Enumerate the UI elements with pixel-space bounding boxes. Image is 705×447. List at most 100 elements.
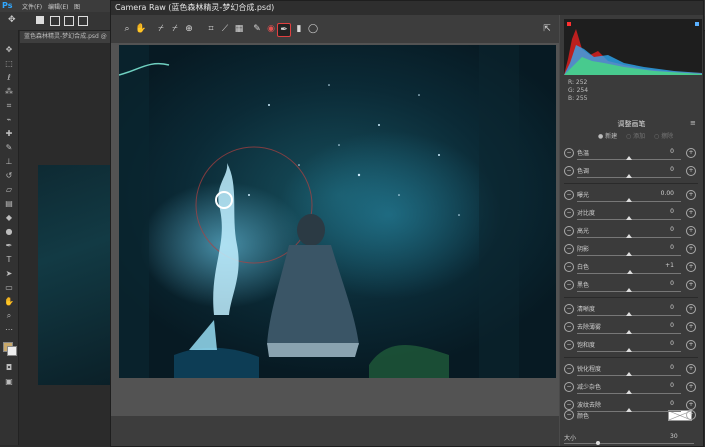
plus-icon[interactable]: + (686, 364, 696, 374)
slider-value[interactable]: 0 (656, 382, 674, 389)
slider-thumb[interactable] (626, 330, 632, 334)
minus-icon[interactable]: − (564, 322, 574, 332)
slider-thumb[interactable] (626, 198, 632, 202)
slider-value[interactable]: 0 (656, 226, 674, 233)
selection-subtract-icon[interactable] (64, 16, 74, 26)
slider-value[interactable]: 0 (656, 400, 674, 407)
minus-icon[interactable]: − (564, 244, 574, 254)
move-tool-icon[interactable]: ✥ (8, 15, 16, 25)
lasso-icon[interactable]: ℓ (3, 72, 15, 83)
targeted-adjust-icon[interactable]: ⊕ (183, 23, 195, 35)
crop-icon[interactable]: ⌗ (3, 100, 15, 111)
type-icon[interactable]: T (3, 254, 15, 265)
plus-icon[interactable]: + (686, 166, 696, 176)
document-tab[interactable]: 蓝色森林精灵-梦幻合成.psd @ (20, 31, 114, 43)
preview-photo[interactable] (119, 45, 556, 378)
slider-thumb[interactable] (626, 174, 632, 178)
slider-thumb[interactable] (626, 372, 632, 376)
slider-thumb[interactable] (626, 348, 632, 352)
eyedropper-icon[interactable]: ⌁ (3, 114, 15, 125)
slider-value[interactable]: 0 (656, 166, 674, 173)
quick-mask-icon[interactable]: ◘ (3, 362, 15, 373)
minus-icon[interactable]: − (564, 190, 574, 200)
size-value[interactable]: 30 (670, 433, 678, 440)
mode-new[interactable]: ● 新建 (598, 131, 617, 140)
zoom-icon[interactable]: ⌕ (121, 23, 133, 35)
open-preferences-icon[interactable]: ⇱ (541, 23, 553, 35)
plus-icon[interactable]: + (686, 382, 696, 392)
mode-erase[interactable]: ○ 擦除 (654, 131, 673, 140)
selection-intersect-icon[interactable] (78, 16, 88, 26)
slider-thumb[interactable] (626, 156, 632, 160)
minus-icon[interactable]: − (564, 382, 574, 392)
selection-new-icon[interactable] (36, 16, 44, 24)
plus-icon[interactable]: + (686, 340, 696, 350)
plus-icon[interactable]: + (686, 262, 696, 272)
screen-mode-icon[interactable]: ▣ (3, 376, 15, 387)
radial-filter-icon[interactable]: ◯ (307, 23, 319, 35)
color-sampler-icon[interactable]: ⌿ (169, 23, 181, 35)
minus-icon[interactable]: − (564, 262, 574, 272)
healing-icon[interactable]: ✚ (3, 128, 15, 139)
plus-icon[interactable]: + (686, 190, 696, 200)
adjustment-brush-icon[interactable]: ✒ (277, 23, 291, 37)
slider-thumb[interactable] (626, 252, 632, 256)
slider-thumb[interactable] (626, 288, 632, 292)
hand-icon[interactable]: ✋ (3, 296, 15, 307)
eraser-icon[interactable]: ▱ (3, 184, 15, 195)
menu-edit[interactable]: 编辑(E) (48, 2, 68, 11)
magic-wand-icon[interactable]: ⁂ (3, 86, 15, 97)
plus-icon[interactable]: + (686, 244, 696, 254)
marquee-icon[interactable]: ⬚ (3, 58, 15, 69)
zoom-icon[interactable]: ⌕ (3, 310, 15, 321)
red-eye-icon[interactable]: ◉ (265, 23, 277, 35)
plus-icon[interactable]: + (686, 304, 696, 314)
blur-icon[interactable]: ◆ (3, 212, 15, 223)
minus-icon[interactable]: − (564, 364, 574, 374)
slider-value[interactable]: 0 (656, 148, 674, 155)
rectangle-icon[interactable]: ▭ (3, 282, 15, 293)
plus-icon[interactable]: + (686, 322, 696, 332)
crop-icon[interactable]: ⌗ (205, 23, 217, 35)
plus-icon[interactable]: + (686, 400, 696, 410)
minus-icon[interactable]: − (564, 340, 574, 350)
minus-icon[interactable]: − (564, 148, 574, 158)
path-select-icon[interactable]: ➤ (3, 268, 15, 279)
plus-icon[interactable]: + (686, 280, 696, 290)
transform-icon[interactable]: ▦ (233, 23, 245, 35)
slider-value[interactable]: 0 (656, 322, 674, 329)
selection-add-icon[interactable] (50, 16, 60, 26)
slider-thumb[interactable] (626, 216, 632, 220)
minus-icon[interactable]: − (564, 226, 574, 236)
pen-icon[interactable]: ✒ (3, 240, 15, 251)
plus-icon[interactable]: + (686, 208, 696, 218)
gradient-icon[interactable]: ▤ (3, 198, 15, 209)
minus-icon[interactable]: − (564, 208, 574, 218)
minus-icon[interactable]: − (564, 166, 574, 176)
white-balance-icon[interactable]: ⌿ (155, 23, 167, 35)
slider-thumb[interactable] (626, 234, 632, 238)
hand-icon[interactable]: ✋ (135, 23, 147, 35)
slider-thumb[interactable] (626, 390, 632, 394)
slider-value[interactable]: 0 (656, 364, 674, 371)
slider-value[interactable]: 0 (656, 304, 674, 311)
minus-icon[interactable]: − (564, 400, 574, 410)
slider-value[interactable]: 0 (656, 280, 674, 287)
slider-thumb[interactable] (626, 312, 632, 316)
graduated-filter-icon[interactable]: ▮ (293, 23, 305, 35)
plus-icon[interactable]: + (686, 148, 696, 158)
background-color-swatch[interactable] (7, 346, 17, 356)
slider-value[interactable]: 0.00 (656, 190, 674, 197)
slider-value[interactable]: 0 (656, 340, 674, 347)
panel-menu-icon[interactable]: ≡ (690, 119, 696, 127)
slider-value[interactable]: +1 (656, 262, 674, 269)
move-icon[interactable]: ✥ (3, 44, 15, 55)
straighten-icon[interactable]: ⟋ (219, 23, 231, 35)
slider-thumb[interactable] (626, 408, 632, 412)
minus-icon[interactable]: − (564, 280, 574, 290)
plus-icon[interactable]: + (686, 226, 696, 236)
menu-image[interactable]: 图 (74, 2, 80, 11)
mode-add[interactable]: ○ 添加 (626, 131, 645, 140)
minus-icon[interactable]: − (564, 304, 574, 314)
menu-file[interactable]: 文件(F) (22, 2, 42, 11)
